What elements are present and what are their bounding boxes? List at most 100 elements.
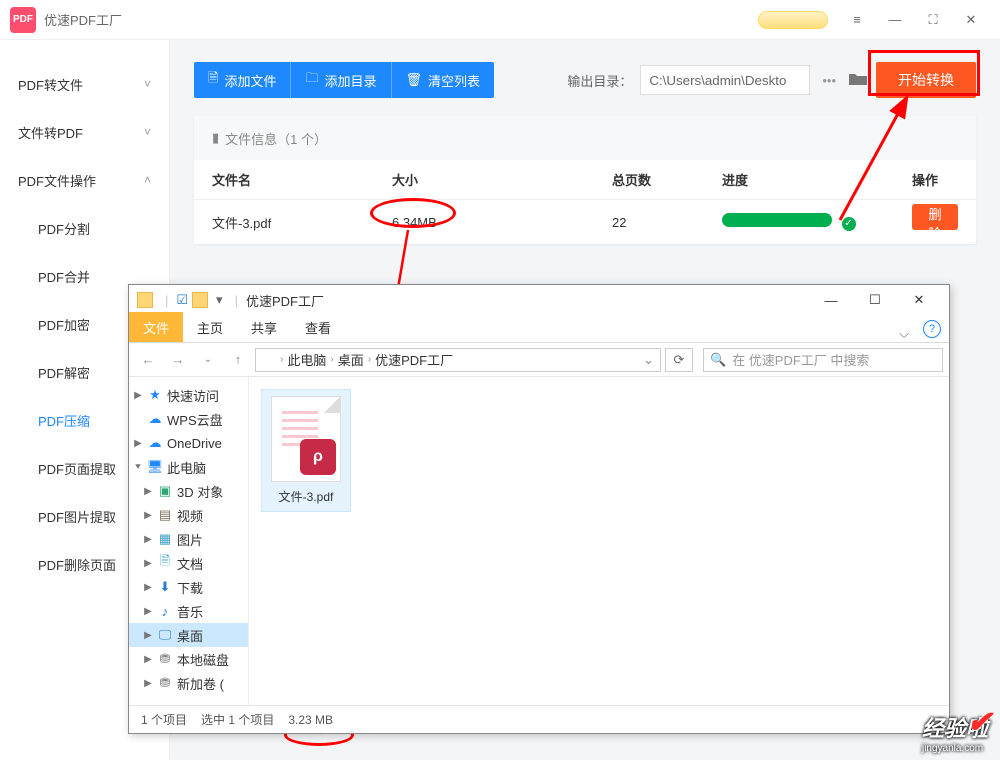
output-path-input[interactable] [640,65,810,95]
tree-item-label: 新加卷 ( [177,674,224,693]
folder-icon [262,354,276,366]
download-icon: ⬇ [157,579,173,595]
desktop-icon: 🖵 [157,627,173,643]
disk-icon: ⛃ [157,675,173,691]
address-dropdown-icon[interactable]: ⌄ [643,352,654,368]
tree-item-label: 下载 [177,578,203,597]
sidebar-item-label: PDF页面提取 [38,459,116,478]
col-pages: 总页数 [612,170,722,189]
ribbon-tab-view[interactable]: 查看 [291,312,345,342]
breadcrumb[interactable]: 优速PDF工厂 [375,350,453,369]
status-bar: 1 个项目 选中 1 个项目 3.23 MB [129,705,949,733]
nav-up-icon[interactable]: ↑ [225,347,251,373]
explorer-title: 优速PDF工厂 [246,291,324,310]
refresh-icon[interactable]: ⟳ [665,348,693,372]
add-file-button[interactable]: 🗎 添加文件 [194,62,290,98]
tree-item[interactable]: ▶🖵桌面 [129,623,248,647]
pdf-thumbnail: ρ [271,396,341,482]
toolbar: 🗎 添加文件 🗀 添加目录 🗑 清空列表 输出目录： ••• [170,40,1000,98]
fullscreen-icon[interactable]: ⛶ [922,9,944,31]
titlebar-separator: | [165,293,168,308]
sidebar-item-label: PDF压缩 [38,411,90,430]
sidebar-item[interactable]: PDF分割 [0,204,169,252]
more-path-icon[interactable]: ••• [818,73,840,88]
tree-item-label: WPS云盘 [167,410,223,429]
tree-caret-icon: ▶ [143,678,153,689]
tree-item[interactable]: ▶⛃本地磁盘 [129,647,248,671]
cell-pages: 22 [612,215,722,230]
start-convert-button[interactable]: 开始转换 [876,62,976,98]
tree-item[interactable]: ▶♪音乐 [129,599,248,623]
tree-caret-icon: ▶ [143,486,153,497]
file-name: 文件-3.pdf [268,488,344,505]
ribbon-expand-icon[interactable]: ⌵ [889,326,919,342]
table-row: 文件-3.pdf 6.34MB 22 ✓ 删除 [194,200,976,244]
tree-item[interactable]: ▶ ⛃新加卷 ( [129,671,248,695]
tree-item[interactable]: ▶★快速访问 [129,383,248,407]
ribbon-tab-share[interactable]: 共享 [237,312,291,342]
ribbon: 文件 主页 共享 查看 ⌵ ? [129,315,949,343]
tree-item[interactable]: ▶⬇下载 [129,575,248,599]
file-item[interactable]: ρ 文件-3.pdf [261,389,351,512]
help-icon[interactable]: ? [923,320,941,338]
pc-icon: 🖥 [147,459,163,475]
progress-bar [722,213,832,227]
sidebar-item[interactable]: 文件转PDF ˅ [0,108,169,156]
image-icon: ▦ [157,531,173,547]
tree-caret-icon: ▶ [143,606,153,617]
sidebar-item[interactable]: PDF文件操作˄ [0,156,169,204]
tree-item-label: 此电脑 [167,458,206,477]
nav-back-icon[interactable]: ← [135,347,161,373]
ribbon-tab-home[interactable]: 主页 [183,312,237,342]
tree-item-label: 桌面 [177,626,203,645]
add-dir-button[interactable]: 🗀 添加目录 [290,62,390,98]
status-selected: 选中 1 个项目 [201,711,274,728]
app-title: 优速PDF工厂 [44,10,122,29]
chevron-icon: ˅ [144,125,151,139]
sidebar-item[interactable]: PDF转文件˅ [0,60,169,108]
sidebar-item-label: 文件转PDF [18,123,83,142]
win-minimize-icon[interactable]: — [809,287,853,313]
cube-icon: ▣ [157,483,173,499]
tree-caret-icon: ▶ [133,390,143,401]
minimize-icon[interactable]: — [884,9,906,31]
breadcrumb[interactable]: 此电脑 [287,350,326,369]
tree-item[interactable]: ▶▣3D 对象 [129,479,248,503]
ribbon-tab-file[interactable]: 文件 [129,312,183,342]
explorer-titlebar[interactable]: | ☑ ▾ | 优速PDF工厂 — ☐ ✕ [129,285,949,315]
tree-item[interactable]: ▶▦图片 [129,527,248,551]
vip-badge[interactable] [758,11,828,29]
tree-item-label: 图片 [177,530,203,549]
titlebar-separator: | [235,293,238,308]
tree-item[interactable]: ▶☁OneDrive [129,431,248,455]
file-pane[interactable]: ρ 文件-3.pdf [249,377,949,705]
nav-forward-icon[interactable]: → [165,347,191,373]
watermark: 经验啦 ✔ jingyanla.com [922,711,988,754]
dropdown-icon[interactable]: ▾ [216,292,223,308]
clear-list-button[interactable]: 🗑 清空列表 [391,62,495,98]
breadcrumb-sep-icon: › [368,354,371,365]
app-logo-icon: PDF [10,7,36,33]
col-size: 大小 [392,170,612,189]
tree-item-label: 音乐 [177,602,203,621]
tree-item-label: 本地磁盘 [177,650,229,669]
cell-size: 6.34MB [392,215,612,230]
delete-button[interactable]: 删除 [912,204,958,230]
close-icon[interactable]: ✕ [960,9,982,31]
tree-item[interactable]: ⯆🖥此电脑 [129,455,248,479]
open-folder-icon[interactable] [848,71,868,90]
search-box[interactable]: 🔍 在 优速PDF工厂 中搜索 [703,348,943,372]
breadcrumb[interactable]: 桌面 [338,350,364,369]
trash-icon: 🗑 [406,72,423,88]
menu-icon[interactable]: ≡ [846,9,868,31]
sidebar-item-label: PDF加密 [38,315,90,334]
win-close-icon[interactable]: ✕ [897,287,941,313]
tree-item[interactable]: ▶🗎文档 [129,551,248,575]
file-plus-icon: 🗎 [208,69,218,91]
folder-plus-icon: 🗀 [305,69,318,91]
tree-item[interactable]: ☁WPS云盘 [129,407,248,431]
tree-item[interactable]: ▶▤视频 [129,503,248,527]
nav-recent-icon[interactable]: ⌄ [195,347,221,373]
address-bar[interactable]: › 此电脑 › 桌面 › 优速PDF工厂 ⌄ [255,348,661,372]
win-maximize-icon[interactable]: ☐ [853,287,897,313]
